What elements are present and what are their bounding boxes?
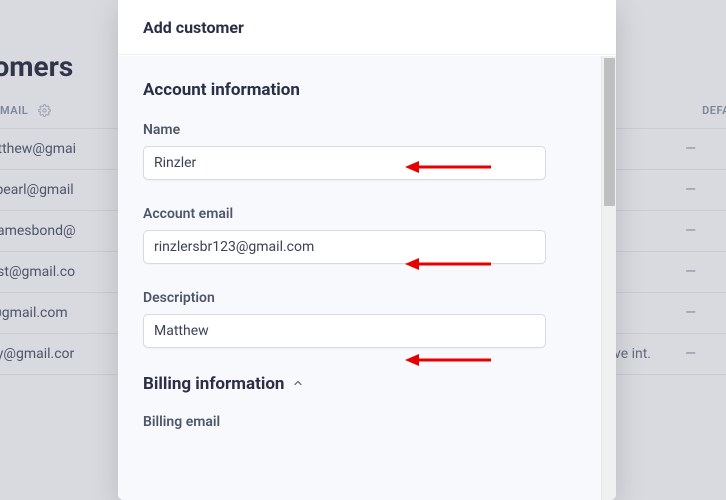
row-email: est@gmail.com xyxy=(0,305,68,321)
description-label: Description xyxy=(143,290,591,306)
row-default-dash: — xyxy=(685,305,696,321)
row-extra: ve int. xyxy=(614,346,651,362)
name-input[interactable] xyxy=(143,146,546,180)
row-default-dash: — xyxy=(685,223,696,239)
column-header-default: DEFAUL xyxy=(702,104,726,117)
row-email: ukrey@gmail.cor xyxy=(0,346,74,362)
page-title: stomers xyxy=(0,50,73,83)
field-description: Description xyxy=(143,290,591,348)
chevron-up-icon xyxy=(292,374,304,394)
modal-scroll-area[interactable]: Account information Name Account email D… xyxy=(118,56,616,500)
account-email-label: Account email xyxy=(143,206,591,222)
description-input[interactable] xyxy=(143,314,546,348)
section-billing-info-toggle[interactable]: Billing information xyxy=(143,374,591,394)
row-email: ondjamesbond@ xyxy=(0,223,76,239)
add-customer-modal: Add customer Account information Name Ac… xyxy=(118,0,616,500)
section-billing-label: Billing information xyxy=(143,374,284,394)
field-account-email: Account email xyxy=(143,206,591,264)
gear-icon[interactable] xyxy=(38,102,51,121)
account-email-input[interactable] xyxy=(143,230,546,264)
row-email: amatthew@gmai xyxy=(0,141,76,157)
scrollbar-thumb[interactable] xyxy=(604,58,615,206)
row-default-dash: — xyxy=(685,264,696,280)
modal-title: Add customer xyxy=(118,0,616,55)
scrollbar[interactable] xyxy=(601,56,616,500)
billing-email-label: Billing email xyxy=(143,414,591,430)
row-default-dash: — xyxy=(685,141,696,157)
section-account-info: Account information xyxy=(143,80,591,100)
field-name: Name xyxy=(143,122,591,180)
name-label: Name xyxy=(143,122,591,138)
row-email: netest@gmail.co xyxy=(0,264,75,280)
row-default-dash: — xyxy=(685,346,696,362)
row-email: lackpearl@gmail xyxy=(0,182,74,198)
column-header-email: MAIL xyxy=(0,104,28,117)
row-default-dash: — xyxy=(685,182,696,198)
modal-body: Account information Name Account email D… xyxy=(118,56,616,500)
